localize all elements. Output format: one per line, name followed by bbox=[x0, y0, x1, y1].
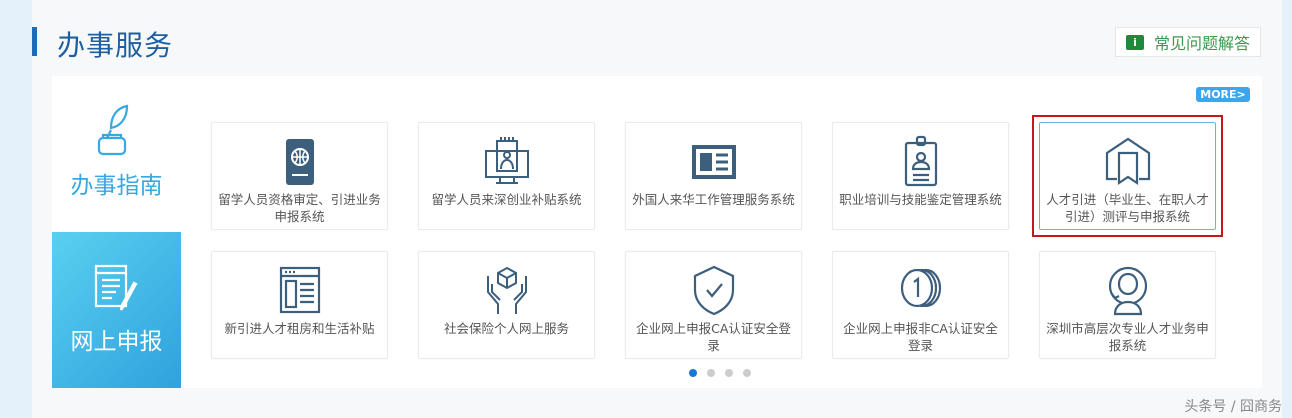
page-dot-3[interactable] bbox=[725, 369, 733, 377]
service-card[interactable]: 社会保险个人网上服务 bbox=[418, 251, 595, 359]
hands-cube-icon bbox=[486, 266, 527, 314]
monitor-person-icon bbox=[484, 137, 529, 184]
info-chat-icon: i bbox=[1125, 34, 1144, 50]
more-link[interactable]: MORE> bbox=[1196, 87, 1250, 102]
newspaper-icon bbox=[279, 266, 320, 314]
faq-button[interactable]: i 常见问题解答 bbox=[1115, 27, 1261, 57]
page-dot-2[interactable] bbox=[707, 369, 715, 377]
sidebar-item-label: 办事指南 bbox=[70, 173, 163, 199]
shield-check-icon bbox=[693, 265, 734, 316]
service-card[interactable]: 留学人员来深创业补贴系统 bbox=[418, 122, 595, 230]
title-accent-bar bbox=[32, 27, 37, 56]
card-label: 职业培训与技能鉴定管理系统 bbox=[839, 192, 1002, 207]
service-card[interactable]: 深圳市高层次专业人才业务申报系统 bbox=[1039, 251, 1216, 359]
card-label: 企业网上申报CA认证安全登录 bbox=[636, 321, 791, 353]
carousel-pagination bbox=[689, 369, 751, 377]
badge-icon bbox=[904, 135, 937, 187]
person-head-icon bbox=[1108, 266, 1147, 316]
page-dot-4[interactable] bbox=[743, 369, 751, 377]
card-label: 深圳市高层次专业人才业务申报系统 bbox=[1046, 321, 1209, 353]
card-label: 留学人员资格审定、引进业务申报系统 bbox=[218, 192, 381, 224]
service-card[interactable]: 企业网上申报非CA认证安全登录 bbox=[832, 251, 1009, 359]
service-card[interactable]: 留学人员资格审定、引进业务申报系统 bbox=[211, 122, 388, 230]
sidebar-item-guide[interactable]: 办事指南 bbox=[52, 76, 181, 232]
page-dot-1[interactable] bbox=[689, 369, 697, 377]
service-card[interactable]: 职业培训与技能鉴定管理系统 bbox=[832, 122, 1009, 230]
page-title: 办事服务 bbox=[57, 29, 174, 62]
service-card[interactable]: 企业网上申报CA认证安全登录 bbox=[625, 251, 802, 359]
quill-ink-icon bbox=[97, 104, 128, 156]
card-label: 留学人员来深创业补贴系统 bbox=[431, 192, 582, 207]
sidebar-item-label: 网上申报 bbox=[70, 329, 163, 355]
service-card[interactable]: 新引进人才租房和生活补贴 bbox=[211, 251, 388, 359]
card-label: 社会保险个人网上服务 bbox=[443, 321, 569, 336]
service-card[interactable]: 外国人来华工作管理服务系统 bbox=[625, 122, 802, 230]
passport-icon bbox=[285, 139, 314, 185]
highlight-box bbox=[1032, 115, 1223, 237]
form-pen-icon bbox=[94, 264, 138, 311]
coins-icon bbox=[900, 268, 941, 308]
card-label: 企业网上申报非CA认证安全登录 bbox=[843, 321, 998, 353]
watermark: 头条号 / 囧商务 bbox=[1184, 399, 1282, 415]
card-label: 新引进人才租房和生活补贴 bbox=[224, 321, 375, 336]
id-card-icon bbox=[691, 145, 736, 179]
faq-label: 常见问题解答 bbox=[1153, 34, 1250, 53]
card-label: 外国人来华工作管理服务系统 bbox=[632, 192, 795, 207]
sidebar-item-online[interactable]: 网上申报 bbox=[52, 232, 181, 388]
